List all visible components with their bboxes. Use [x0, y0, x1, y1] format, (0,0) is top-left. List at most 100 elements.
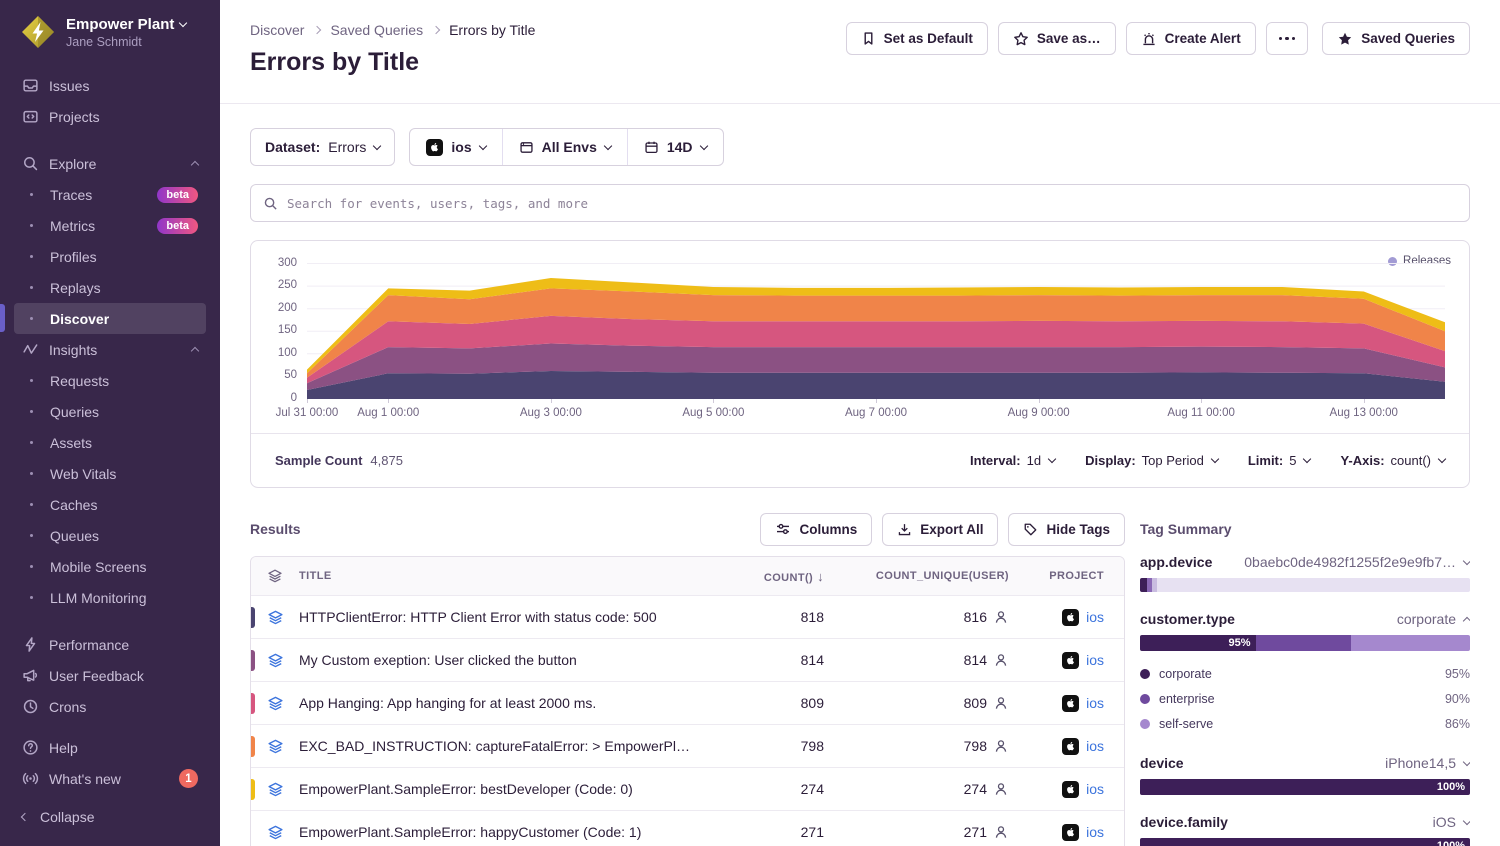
sidebar-item-caches[interactable]: Caches — [14, 489, 206, 520]
tag-top-value[interactable]: corporate — [1397, 611, 1470, 627]
sidebar-item-profiles[interactable]: Profiles — [14, 241, 206, 272]
sidebar-collapse-button[interactable]: Collapse — [14, 801, 206, 832]
breadcrumb-item-saved-queries[interactable]: Saved Queries — [330, 22, 423, 38]
col-count[interactable]: COUNT()↓ — [704, 569, 824, 584]
hide-tags-button[interactable]: Hide Tags — [1008, 513, 1125, 546]
sidebar-item-label: Insights — [49, 342, 97, 358]
x-tick-label: Aug 5 00:00 — [682, 407, 744, 419]
sidebar-item-discover[interactable]: Discover — [14, 303, 206, 334]
error-title-link[interactable]: My Custom exeption: User clicked the but… — [299, 652, 704, 668]
tag-legend-row[interactable]: self-serve86% — [1140, 711, 1470, 736]
sidebar-item-label: Projects — [49, 109, 100, 125]
error-title-link[interactable]: EmpowerPlant.SampleError: happyCustomer … — [299, 824, 704, 840]
sidebar-item-traces[interactable]: Tracesbeta — [14, 179, 206, 210]
tag-top-value[interactable]: iPhone14,5 — [1385, 755, 1470, 771]
project-cell[interactable]: ios — [1009, 652, 1124, 669]
sidebar-item-what-s-new[interactable]: What's new1 — [14, 763, 206, 794]
event-stack-icon[interactable] — [251, 824, 299, 841]
error-title-link[interactable]: EmpowerPlant.SampleError: bestDeveloper … — [299, 781, 704, 797]
project-link: ios — [1086, 824, 1104, 840]
yaxis-select[interactable]: Y-Axis: count() — [1340, 453, 1445, 468]
set-as-default-button[interactable]: Set as Default — [846, 22, 988, 55]
error-title-link[interactable]: EXC_BAD_INSTRUCTION: captureFatalError: … — [299, 738, 704, 754]
stacked-area-chart[interactable]: Releases 050100150200250300 Jul 31 00:00… — [251, 241, 1469, 433]
tag-top-value[interactable]: iOS — [1433, 814, 1470, 830]
sidebar-item-assets[interactable]: Assets — [14, 427, 206, 458]
project-cell[interactable]: ios — [1009, 781, 1124, 798]
sidebar-item-requests[interactable]: Requests — [14, 365, 206, 396]
chart-panel: Releases 050100150200250300 Jul 31 00:00… — [250, 240, 1470, 488]
sidebar-item-queries[interactable]: Queries — [14, 396, 206, 427]
columns-button[interactable]: Columns — [760, 513, 872, 546]
event-stack-icon[interactable] — [251, 609, 299, 626]
tag-distribution-bar[interactable] — [1140, 578, 1470, 592]
project-filter[interactable]: ios — [410, 129, 501, 165]
interval-select[interactable]: Interval: 1d — [970, 453, 1055, 468]
sidebar-item-performance[interactable]: Performance — [14, 629, 206, 660]
export-all-button[interactable]: Export All — [882, 513, 998, 546]
sidebar-item-metrics[interactable]: Metricsbeta — [14, 210, 206, 241]
tag-legend-row[interactable]: corporate95% — [1140, 661, 1470, 686]
project-cell[interactable]: ios — [1009, 824, 1124, 841]
event-stack-icon[interactable] — [251, 738, 299, 755]
tag-legend-row[interactable]: enterprise90% — [1140, 686, 1470, 711]
col-count-unique[interactable]: COUNT_UNIQUE(USER) — [824, 570, 1009, 582]
chevron-down-icon — [699, 141, 707, 149]
saved-queries-button[interactable]: Saved Queries — [1322, 22, 1470, 55]
org-switcher[interactable]: Empower Plant Jane Schmidt — [20, 14, 206, 50]
sidebar-item-mobile-screens[interactable]: Mobile Screens — [14, 551, 206, 582]
sidebar-item-explore[interactable]: Explore — [14, 148, 206, 179]
sidebar-item-projects[interactable]: Projects — [14, 101, 206, 132]
breadcrumb-item-discover[interactable]: Discover — [250, 22, 304, 38]
org-name: Empower Plant — [66, 16, 174, 33]
environment-filter[interactable]: All Envs — [502, 129, 627, 165]
sidebar-item-issues[interactable]: Issues — [14, 70, 206, 101]
tag-distribution-bar[interactable]: 95% — [1140, 635, 1470, 651]
tag-distribution-bar[interactable]: 100% — [1140, 779, 1470, 795]
project-cell[interactable]: ios — [1009, 738, 1124, 755]
event-stack-icon[interactable] — [251, 695, 299, 712]
person-icon — [993, 609, 1009, 625]
sidebar-item-label: Queues — [50, 528, 99, 544]
count-unique-value: 798 — [824, 738, 1009, 754]
event-stack-icon[interactable] — [251, 652, 299, 669]
tag-distribution-bar[interactable]: 100% — [1140, 838, 1470, 846]
tag-bar-segment: 100% — [1140, 838, 1470, 846]
sidebar-item-label: Discover — [50, 311, 109, 327]
apple-icon — [426, 139, 443, 156]
create-alert-button[interactable]: Create Alert — [1126, 22, 1256, 55]
error-title-link[interactable]: HTTPClientError: HTTP Client Error with … — [299, 609, 704, 625]
sidebar-item-user-feedback[interactable]: User Feedback — [14, 660, 206, 691]
save-as-button[interactable]: Save as… — [998, 22, 1116, 55]
date-range-filter[interactable]: 14D — [627, 129, 723, 165]
sidebar-item-replays[interactable]: Replays — [14, 272, 206, 303]
sidebar-item-help[interactable]: Help — [14, 732, 206, 763]
tag-top-value[interactable]: 0baebc0de4982f1255f2e9e9fb7… — [1244, 554, 1470, 570]
sidebar-item-llm-monitoring[interactable]: LLM Monitoring — [14, 582, 206, 613]
x-tick-mark — [1364, 399, 1365, 403]
more-options-button[interactable] — [1266, 22, 1309, 55]
dataset-filter[interactable]: Dataset: Errors — [250, 128, 395, 166]
calendar-icon — [644, 140, 659, 155]
x-tick-label: Jul 31 00:00 — [276, 407, 339, 419]
limit-select[interactable]: Limit: 5 — [1248, 453, 1311, 468]
person-icon — [993, 738, 1009, 754]
layers-icon — [251, 568, 299, 584]
search-input[interactable] — [287, 196, 1457, 211]
display-select[interactable]: Display: Top Period — [1085, 453, 1218, 468]
error-title-link[interactable]: App Hanging: App hanging for at least 20… — [299, 695, 704, 711]
sidebar-item-web-vitals[interactable]: Web Vitals — [14, 458, 206, 489]
sidebar-item-insights[interactable]: Insights — [14, 334, 206, 365]
tag-icon — [1023, 522, 1038, 537]
sidebar-item-label: Assets — [50, 435, 92, 451]
sidebar-item-queues[interactable]: Queues — [14, 520, 206, 551]
sidebar-item-crons[interactable]: Crons — [14, 691, 206, 722]
col-title[interactable]: TITLE — [299, 570, 704, 582]
tag-summary-title: Tag Summary — [1140, 512, 1470, 546]
project-cell[interactable]: ios — [1009, 609, 1124, 626]
ellipsis-icon — [1279, 37, 1296, 41]
project-cell[interactable]: ios — [1009, 695, 1124, 712]
event-stack-icon[interactable] — [251, 781, 299, 798]
chevron-down-icon — [1463, 556, 1470, 564]
col-project[interactable]: PROJECT — [1009, 570, 1124, 582]
